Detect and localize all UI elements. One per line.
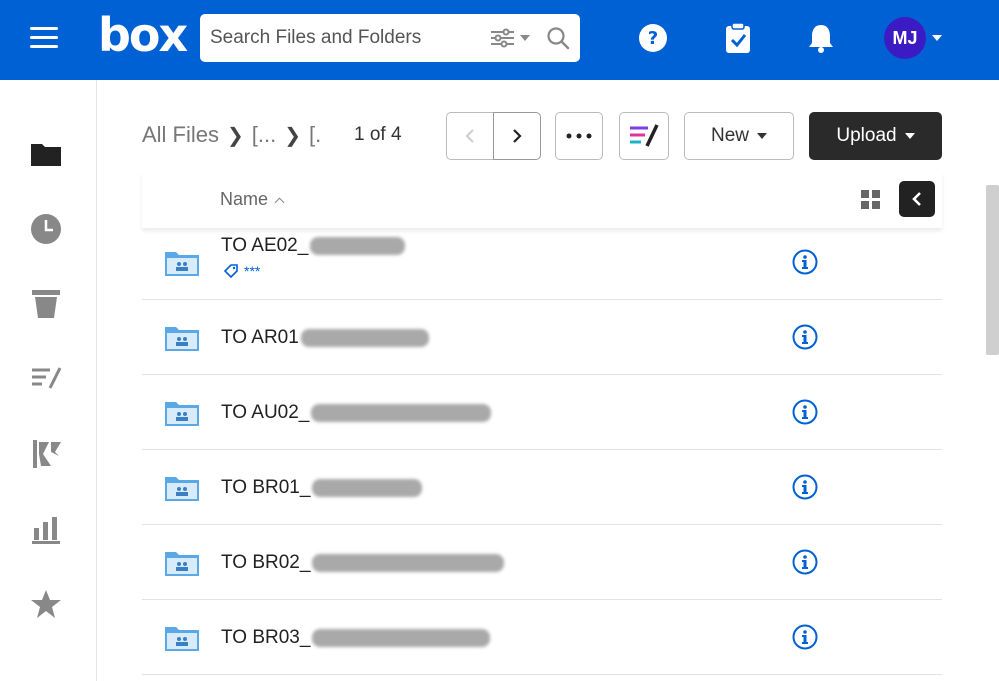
search-input[interactable]	[210, 22, 480, 54]
folder-tag[interactable]: ***	[223, 263, 261, 279]
redacted-text	[311, 403, 492, 422]
table-row[interactable]: TO BR02_	[142, 525, 942, 600]
breadcrumb-chevron-icon: ❯	[227, 125, 244, 147]
folder-info-icon[interactable]	[792, 549, 818, 575]
insights-icon[interactable]	[28, 511, 64, 547]
redacted-text	[300, 328, 429, 347]
chevron-down-icon	[904, 133, 915, 139]
folder-info-icon[interactable]	[792, 624, 818, 650]
redacted-text	[312, 478, 423, 497]
folder-name-text: TO AU02_	[221, 402, 310, 423]
scrollbar[interactable]	[986, 185, 999, 355]
all-files-icon[interactable]	[28, 136, 64, 172]
trash-icon[interactable]	[28, 286, 64, 322]
breadcrumb-chevron-icon: ❯	[284, 125, 301, 147]
svg-text:?: ?	[648, 28, 658, 49]
collaborated-folder-icon	[164, 324, 200, 352]
page-indicator: 1 of 4	[354, 124, 402, 145]
more-options-button[interactable]	[555, 112, 603, 160]
toggle-sidebar-button[interactable]	[899, 181, 935, 217]
search-box	[200, 14, 580, 62]
table-row[interactable]: TO AR01	[142, 300, 942, 375]
folder-info-icon[interactable]	[792, 324, 818, 350]
search-filter-icon[interactable]	[490, 28, 532, 48]
breadcrumb-level-1[interactable]: [...	[252, 122, 276, 147]
top-bar: box ? MJ	[0, 0, 999, 80]
avatar[interactable]: MJ	[884, 17, 926, 59]
folder-name-text: TO BR02_	[221, 552, 311, 573]
collaborated-folder-icon	[164, 249, 200, 277]
folder-name[interactable]: TO AU02_	[221, 402, 492, 424]
chevron-right-icon	[513, 129, 522, 143]
new-button[interactable]: New	[684, 112, 794, 160]
collaborated-folder-icon	[164, 399, 200, 427]
box-notes-button[interactable]	[619, 112, 669, 160]
folder-name-text: TO AR01	[221, 327, 299, 348]
folder-name[interactable]: TO BR01_	[221, 477, 423, 499]
upload-button[interactable]: Upload	[809, 112, 942, 160]
chevron-left-icon	[465, 129, 474, 143]
redacted-text	[312, 628, 491, 647]
table-row[interactable]: TO AU02_	[142, 375, 942, 450]
folder-name[interactable]: TO BR02_	[221, 552, 505, 574]
recents-icon[interactable]	[28, 211, 64, 247]
sidebar	[0, 80, 97, 681]
box-logo[interactable]: box	[98, 8, 188, 62]
breadcrumb: All Files ❯ [... ❯ [.	[142, 122, 321, 148]
tag-icon	[223, 264, 238, 279]
folder-info-icon[interactable]	[792, 399, 818, 425]
folder-name-text: TO BR03_	[221, 627, 311, 648]
tag-label: ***	[244, 263, 261, 279]
name-column-label: Name	[220, 189, 269, 209]
account-chevron-down-icon[interactable]	[932, 35, 942, 41]
folder-name-text: TO AE02_	[221, 235, 309, 256]
next-page-button[interactable]	[493, 112, 541, 160]
folder-name[interactable]: TO AE02_	[221, 235, 406, 257]
previous-page-button[interactable]	[446, 112, 494, 160]
redacted-text	[310, 236, 406, 255]
notes-icon[interactable]	[28, 361, 64, 397]
table-row[interactable]: TO BR03_	[142, 600, 942, 675]
relay-icon[interactable]	[28, 436, 64, 472]
help-icon[interactable]: ?	[638, 22, 668, 54]
collaborated-folder-icon	[164, 474, 200, 502]
redacted-text	[312, 553, 505, 572]
file-list-header: Name	[142, 172, 942, 228]
chevron-down-icon	[757, 133, 767, 139]
sort-ascending-icon	[274, 197, 285, 208]
menu-icon[interactable]	[30, 27, 58, 49]
folder-name[interactable]: TO BR03_	[221, 627, 491, 649]
folder-name[interactable]: TO AR01	[221, 327, 429, 349]
notes-pen-icon	[630, 124, 659, 147]
breadcrumb-all-files[interactable]: All Files	[142, 122, 219, 147]
table-row[interactable]: TO AE02_ ***	[142, 225, 942, 300]
upload-button-label: Upload	[836, 125, 897, 146]
new-button-label: New	[710, 125, 749, 146]
chevron-left-icon	[912, 192, 921, 206]
grid-view-icon[interactable]	[861, 190, 881, 210]
folder-info-icon[interactable]	[792, 249, 818, 275]
name-column-header[interactable]: Name	[220, 189, 285, 210]
collaborated-folder-icon	[164, 624, 200, 652]
folder-info-icon[interactable]	[792, 474, 818, 500]
ellipsis-icon	[566, 133, 592, 139]
table-row[interactable]: TO BR01_	[142, 450, 942, 525]
breadcrumb-level-2[interactable]: [.	[309, 122, 321, 147]
favorites-icon[interactable]	[28, 586, 64, 622]
collaborated-folder-icon	[164, 549, 200, 577]
folder-name-text: TO BR01_	[221, 477, 311, 498]
tasks-icon[interactable]	[723, 22, 753, 54]
notifications-icon[interactable]	[806, 22, 836, 54]
search-icon[interactable]	[546, 26, 570, 50]
